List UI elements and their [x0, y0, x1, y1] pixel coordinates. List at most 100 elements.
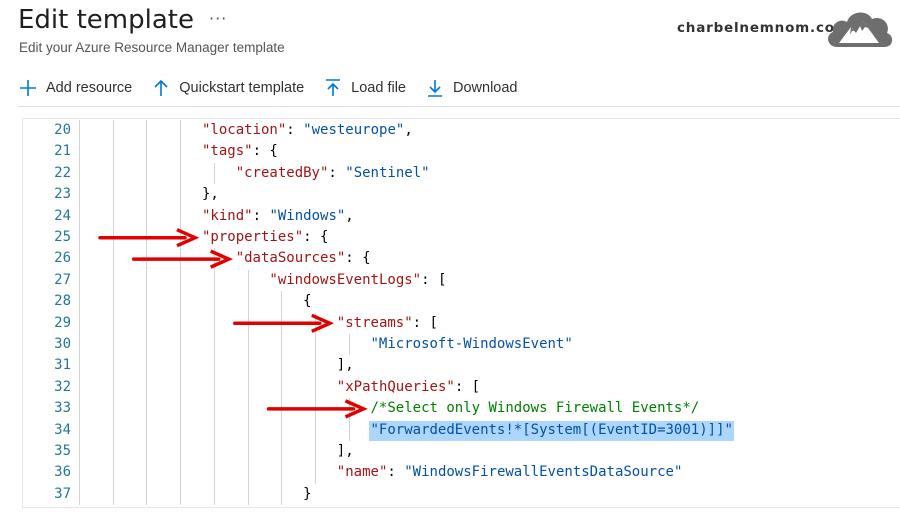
code-line[interactable]: 23}, [23, 184, 900, 205]
code-line[interactable]: 24 "kind": "Windows", [23, 206, 900, 227]
code-token: "streams" [336, 314, 413, 331]
code-line[interactable]: 20 "location": "westeurope", [23, 120, 900, 141]
code-text: } [303, 484, 311, 505]
code-token: "ForwardedEvents!*[System[(EventID=3001)… [370, 421, 733, 438]
code-text: "windowsEventLogs": [ [269, 270, 446, 291]
code-token: : [ [421, 271, 447, 288]
code-token: "Microsoft-WindowsEvent" [370, 336, 573, 352]
code-line[interactable]: 32 "xPathQueries": [ [23, 377, 900, 398]
code-line[interactable]: 25 "properties": { [23, 227, 900, 248]
quickstart-template-button[interactable]: Quickstart template [151, 74, 304, 102]
line-number: 32 [54, 378, 71, 395]
line-number: 28 [54, 293, 71, 310]
code-editor[interactable]: 20 "location": "westeurope", 21 "tags": {22… [22, 118, 900, 508]
code-token: "Windows" [269, 207, 346, 224]
code-token: "WindowsFirewallEventsDataSource" [404, 464, 683, 481]
code-token: "properties" [202, 229, 304, 245]
code-token: : [286, 122, 304, 138]
code-text: { [303, 291, 311, 312]
code-line[interactable]: 21 "tags": { [23, 141, 900, 162]
code-line[interactable]: 33 /*Select only Windows Firewall Events*… [23, 398, 900, 419]
code-token: "location" [202, 122, 287, 138]
arrow-up-icon [154, 79, 168, 96]
code-token: : { [303, 229, 329, 245]
code-text: "ForwardedEvents!*[System[(EventID=3001)… [371, 420, 733, 441]
code-token: , [404, 122, 413, 138]
code-text: "name": "WindowsFirewallEventsDataSource… [337, 462, 683, 483]
code-token: "dataSources" [235, 250, 346, 267]
line-number: 21 [54, 143, 71, 160]
line-number: 35 [54, 443, 71, 459]
code-token: : { [345, 250, 371, 267]
code-token: "windowsEventLogs" [269, 271, 422, 288]
toolbar-divider [18, 106, 900, 107]
line-number: 23 [54, 186, 71, 203]
page-title: Edit template [18, 5, 194, 35]
add-resource-label: Add resource [46, 80, 133, 96]
code-text: "Microsoft-WindowsEvent" [371, 334, 573, 355]
code-token: "tags" [202, 143, 253, 160]
ellipsis-icon[interactable]: ··· [209, 9, 227, 28]
code-token: }, [202, 186, 219, 203]
code-token: "createdBy" [235, 164, 329, 181]
line-number: 24 [54, 207, 71, 224]
code-token: ], [336, 357, 354, 374]
code-text: ], [337, 441, 354, 462]
code-token: : [328, 164, 346, 181]
page-subtitle: Edit your Azure Resource Manager templat… [19, 40, 285, 55]
download-button[interactable]: Download [425, 74, 518, 102]
code-text: }, [202, 184, 219, 205]
line-number: 37 [54, 485, 71, 502]
quickstart-template-label: Quickstart template [179, 80, 305, 96]
code-line[interactable]: 22 "createdBy": "Sentinel" [23, 163, 900, 184]
line-number: 31 [54, 357, 71, 374]
code-line[interactable]: 34 "ForwardedEvents!*[System[(EventID=300… [23, 420, 900, 441]
code-line[interactable]: 31], [23, 355, 900, 376]
code-token: ], [336, 443, 354, 459]
code-text: "tags": { [202, 141, 278, 162]
code-text: "location": "westeurope", [202, 120, 413, 141]
code-line[interactable]: 30 "Microsoft-WindowsEvent" [23, 334, 900, 355]
add-resource-button[interactable]: Add resource [18, 74, 132, 102]
page-header: Edit template ··· Edit your Azure Resour… [0, 0, 900, 110]
line-number: 30 [54, 336, 71, 352]
code-token: "name" [336, 464, 388, 481]
download-icon [428, 80, 442, 97]
code-line[interactable]: 29 "streams": [ [23, 313, 900, 334]
code-line[interactable]: 28 { [23, 291, 900, 312]
line-number: 22 [54, 164, 71, 181]
code-line[interactable]: 27 "windowsEventLogs": [ [23, 270, 900, 291]
line-number: 36 [54, 464, 71, 481]
code-text: "kind": "Windows", [202, 206, 354, 227]
code-line[interactable]: 37} [23, 484, 900, 505]
code-token: { [303, 293, 312, 310]
line-number: 33 [54, 400, 71, 417]
code-text: "dataSources": { [236, 248, 371, 269]
upload-icon [326, 79, 341, 96]
code-token: "xPathQueries" [336, 378, 455, 395]
code-text: "createdBy": "Sentinel" [236, 163, 430, 184]
code-line[interactable]: 36 "name": "WindowsFirewallEventsDataSour… [23, 462, 900, 483]
code-text: "streams": [ [337, 313, 438, 334]
code-line[interactable]: 26 "dataSources": { [23, 248, 900, 269]
code-token: : { [252, 143, 278, 160]
line-number: 29 [54, 314, 71, 331]
code-token: : [387, 464, 405, 481]
line-number: 20 [54, 122, 71, 138]
code-token: : [ [412, 314, 438, 331]
code-token: , [345, 207, 354, 224]
code-text: "xPathQueries": [ [337, 377, 480, 398]
code-text: ], [337, 355, 354, 376]
download-label: Download [453, 80, 518, 96]
cloud-mountain-logo-icon [828, 12, 893, 47]
toolbar: Add resource Quickstart template Load fi… [18, 74, 537, 102]
code-token: : [ [454, 378, 481, 395]
code-token: "Sentinel" [345, 164, 430, 181]
code-text: "properties": { [202, 227, 328, 248]
line-number: 27 [54, 271, 71, 288]
load-file-button[interactable]: Load file [323, 74, 406, 102]
code-token: "kind" [202, 207, 253, 224]
code-line[interactable]: 35], [23, 441, 900, 462]
code-token: } [303, 485, 312, 502]
line-number: 34 [54, 421, 71, 438]
